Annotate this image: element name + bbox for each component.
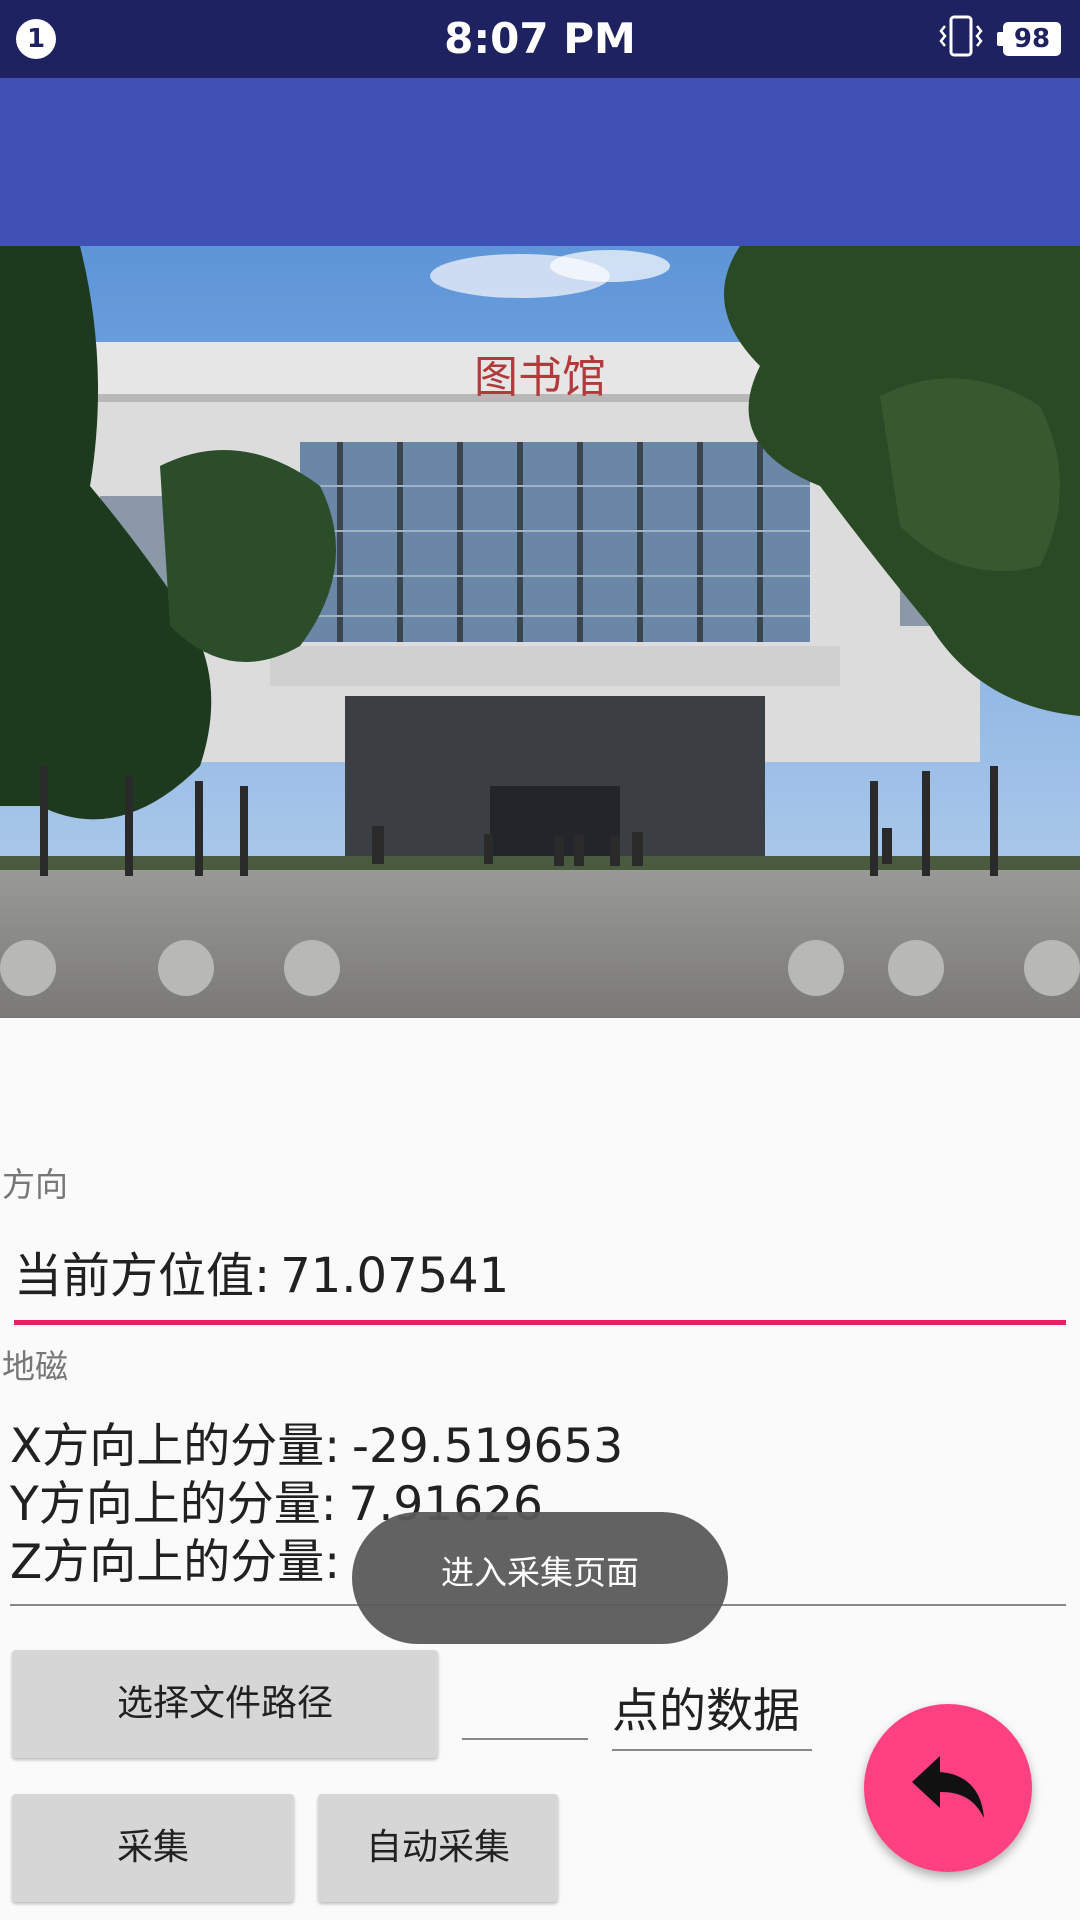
back-fab-button[interactable] [864,1704,1032,1872]
battery-icon: 98 [997,22,1061,56]
magnetic-section-label: 地磁 [2,1347,68,1386]
vibrate-icon [939,15,983,57]
azimuth-field[interactable]: 当前方位值: 71.07541 [14,1236,1066,1325]
magnetic-x-label: X方向上的分量: [10,1419,341,1474]
library-photo: 图书馆 [0,246,1080,1018]
magnetic-x-row: X方向上的分量: -29.519653 [10,1418,1066,1476]
direction-section-label: 方向 [2,1165,68,1204]
collect-button[interactable]: 采集 [12,1794,294,1902]
azimuth-value: 71.07541 [280,1248,510,1304]
point-number-input[interactable] [462,1700,588,1740]
auto-collect-button[interactable]: 自动采集 [318,1794,558,1902]
toast-message: 进入采集页面 [352,1512,728,1644]
magnetic-y-label: Y方向上的分量: [10,1477,337,1532]
magnetic-z-label: Z方向上的分量: [10,1535,341,1590]
status-bar: 1 8:07 PM 98 [0,0,1080,78]
select-file-path-button[interactable]: 选择文件路径 [12,1650,438,1758]
azimuth-label: 当前方位值: [14,1248,271,1304]
app-bar [0,78,1080,246]
reply-arrow-icon [912,1756,984,1818]
status-clock: 8:07 PM [444,14,636,63]
point-data-field[interactable]: 点的数据 [612,1672,812,1751]
library-sign-text: 图书馆 [474,352,606,403]
magnetic-x-value: -29.519653 [352,1419,624,1474]
